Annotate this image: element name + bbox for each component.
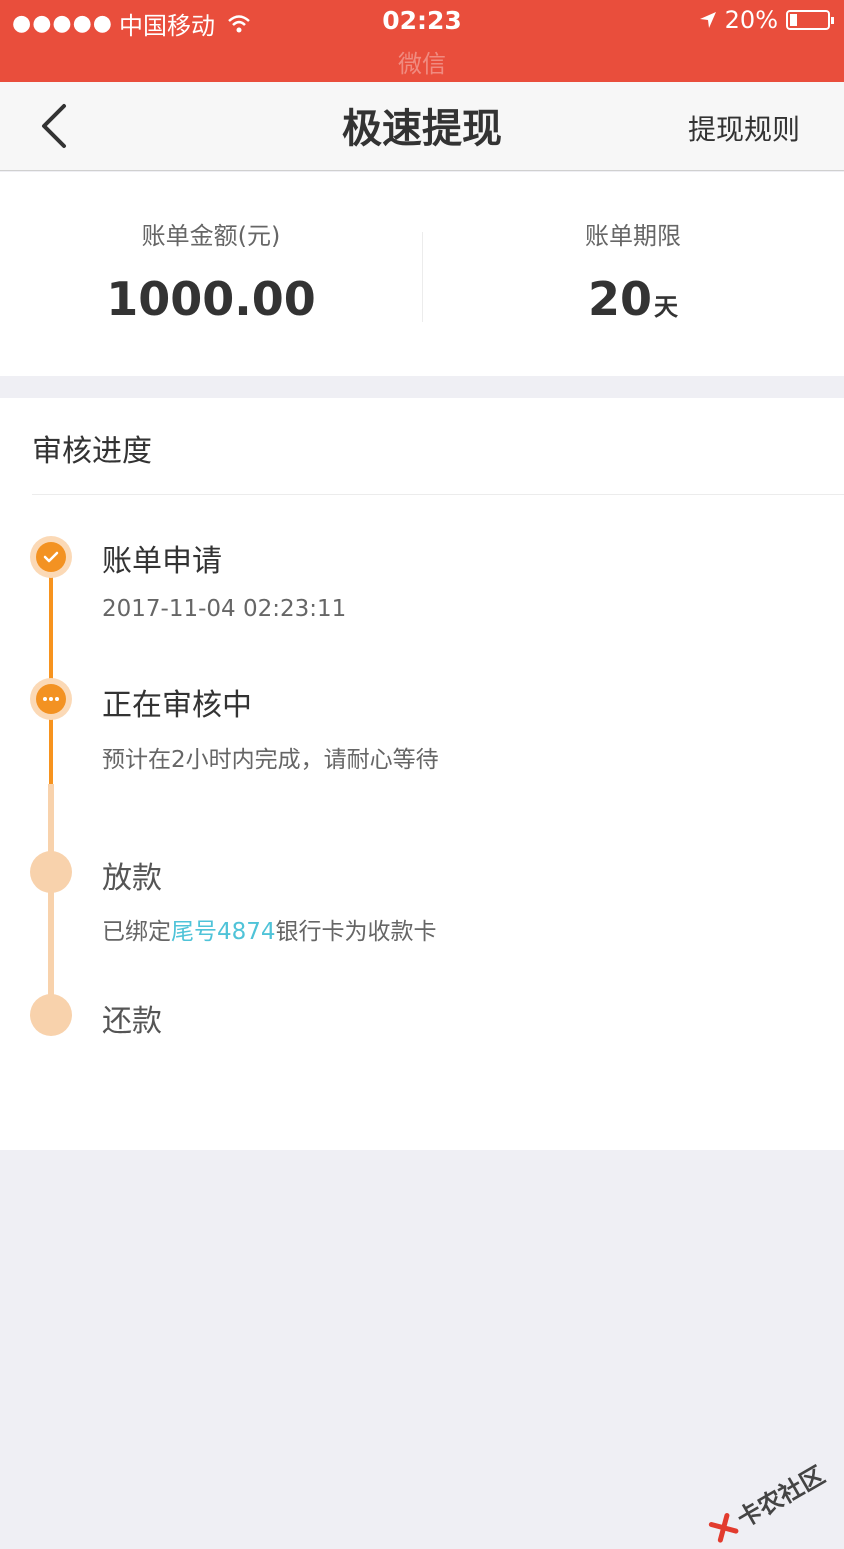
term-label: 账单期限 xyxy=(585,222,681,250)
step-pending-node xyxy=(30,994,72,1036)
withdraw-rules-link[interactable]: 提现规则 xyxy=(688,108,800,148)
step-title: 正在审核中 xyxy=(102,688,252,723)
amount-label: 账单金额(元) xyxy=(141,222,281,250)
status-bar: ●●●●● 中国移动 02:23 微信 20% xyxy=(0,0,844,82)
progress-title: 审核进度 xyxy=(32,434,152,469)
location-arrow-icon xyxy=(699,12,716,28)
check-icon xyxy=(43,551,59,563)
ellipsis-icon xyxy=(43,697,59,701)
step-timestamp: 2017-11-04 02:23:11 xyxy=(102,596,347,622)
timeline-line-pending xyxy=(48,784,54,1016)
bank-note-suffix: 银行卡为收款卡 xyxy=(275,919,437,945)
amount-value: 1000.00 xyxy=(106,272,316,326)
amount-section: 账单金额(元) 1000.00 xyxy=(0,172,422,376)
bank-note-prefix: 已绑定 xyxy=(102,919,171,945)
battery-percent: 20% xyxy=(724,6,778,34)
card-tail-number: 尾号4874 xyxy=(171,919,276,945)
timeline-line-active xyxy=(49,556,53,784)
step-title: 还款 xyxy=(102,1004,162,1039)
step-current-node xyxy=(30,678,72,720)
battery-icon xyxy=(786,10,834,30)
step-description: 已绑定尾号4874银行卡为收款卡 xyxy=(102,912,437,946)
term-value-wrap: 20天 xyxy=(422,272,844,326)
step-done-node xyxy=(30,536,72,578)
watermark-text: 卡农社区 xyxy=(732,1460,830,1534)
step-description: 预计在2小时内完成，请耐心等待 xyxy=(102,747,439,773)
review-progress-card: 审核进度 账单申请 2017-11-04 02:23:11 正在审核中 预计在2… xyxy=(0,398,844,1150)
term-unit: 天 xyxy=(654,293,678,321)
term-section: 账单期限 20天 xyxy=(422,172,844,376)
step-title: 放款 xyxy=(102,861,162,896)
status-subtitle: 微信 xyxy=(398,50,446,78)
nav-bar: 极速提现 提现规则 xyxy=(0,82,844,171)
status-right: 20% xyxy=(699,6,834,34)
bill-summary: 账单金额(元) 1000.00 账单期限 20天 xyxy=(0,172,844,376)
term-value: 20 xyxy=(587,272,652,326)
step-pending-node xyxy=(30,851,72,893)
watermark: 卡农社区 xyxy=(703,1456,830,1549)
step-title: 账单申请 xyxy=(102,544,222,579)
progress-divider xyxy=(32,494,844,495)
